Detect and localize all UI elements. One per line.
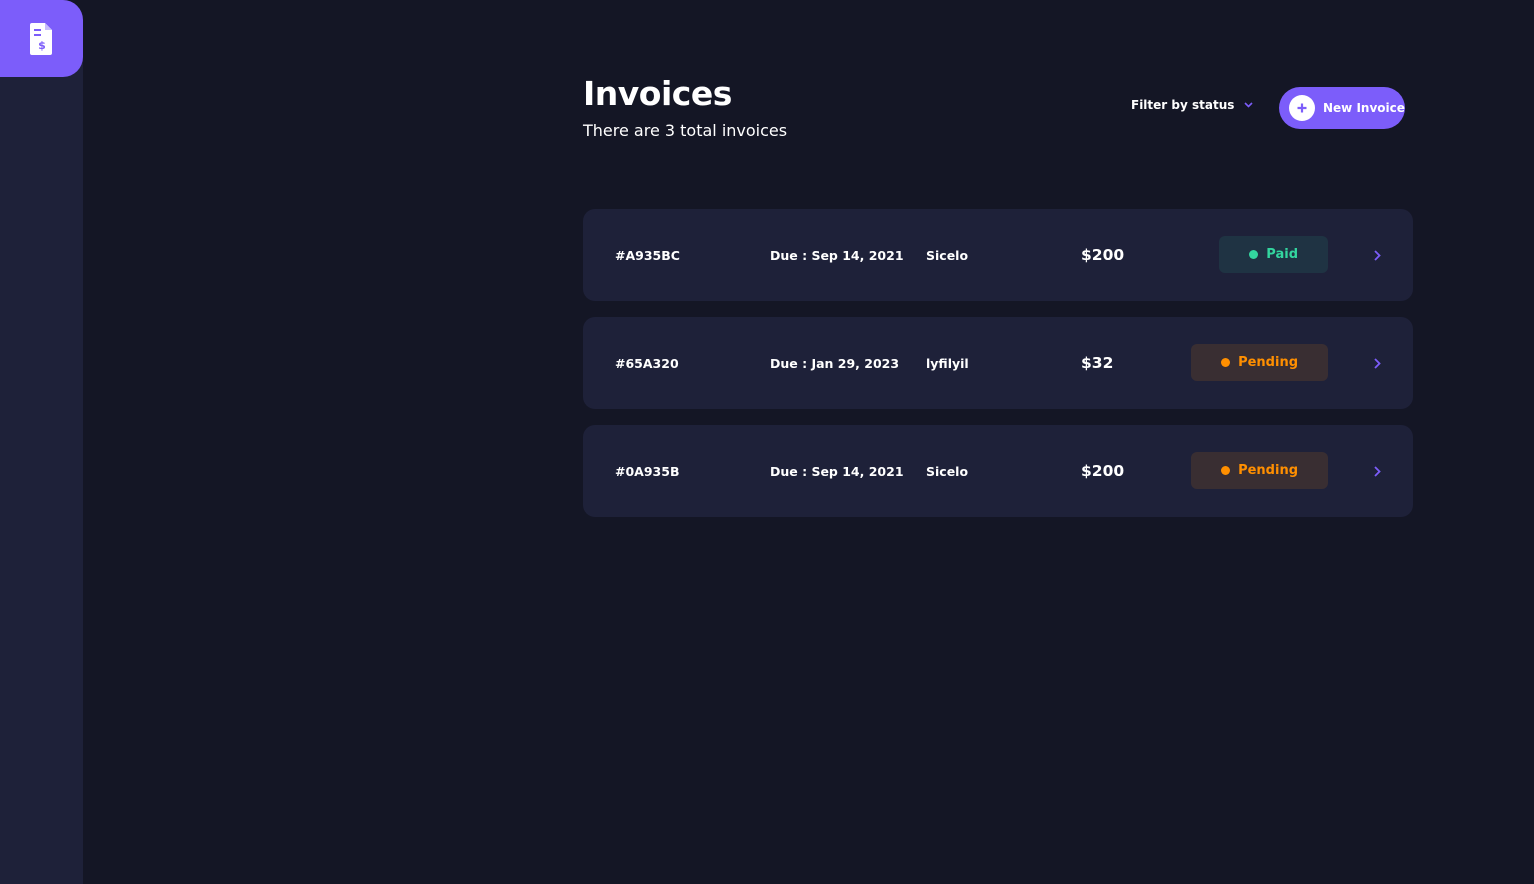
invoice-amount: $200 <box>1081 462 1125 480</box>
status-badge: Pending <box>1191 452 1328 489</box>
invoice-count-subtitle: There are 3 total invoices <box>583 121 788 140</box>
app-logo[interactable]: $ <box>0 0 83 77</box>
status-badge: Paid <box>1219 236 1328 273</box>
invoice-id: #A935BC <box>615 247 680 263</box>
filter-by-status-dropdown[interactable]: Filter by status <box>1131 98 1253 112</box>
chevron-down-icon <box>1244 102 1253 108</box>
new-invoice-button[interactable]: New Invoice <box>1279 87 1405 129</box>
status-dot-icon <box>1249 250 1259 259</box>
invoice-amount: $200 <box>1081 246 1125 264</box>
chevron-right-icon[interactable] <box>1372 463 1382 479</box>
status-badge: Pending <box>1191 344 1328 381</box>
invoice-amount: $32 <box>1081 354 1114 372</box>
invoice-due-date: Due : Sep 14, 2021 <box>770 463 904 479</box>
invoice-dollar-icon: $ <box>29 22 52 55</box>
invoice-due-date: Due : Jan 29, 2023 <box>770 355 900 371</box>
plus-icon <box>1289 95 1315 121</box>
status-label: Paid <box>1266 247 1298 262</box>
invoice-id: #65A320 <box>615 355 679 371</box>
invoice-id: #0A935B <box>615 463 680 479</box>
status-label: Pending <box>1238 463 1298 478</box>
new-invoice-label: New Invoice <box>1323 101 1405 115</box>
chevron-right-icon[interactable] <box>1372 247 1382 263</box>
invoice-row[interactable]: #65A320 Due : Jan 29, 2023 lyfilyil $32 … <box>583 317 1413 409</box>
page-title: Invoices <box>583 74 732 113</box>
sidebar: $ <box>0 0 83 884</box>
invoice-client: lyfilyil <box>926 355 969 371</box>
status-dot-icon <box>1221 358 1231 367</box>
invoice-due-date: Due : Sep 14, 2021 <box>770 247 904 263</box>
filter-label: Filter by status <box>1131 98 1235 112</box>
chevron-right-icon[interactable] <box>1372 355 1382 371</box>
status-label: Pending <box>1238 355 1298 370</box>
invoice-client: Sicelo <box>926 463 969 479</box>
invoice-client: Sicelo <box>926 247 969 263</box>
invoice-row[interactable]: #A935BC Due : Sep 14, 2021 Sicelo $200 P… <box>583 209 1413 301</box>
status-dot-icon <box>1221 466 1231 475</box>
svg-text:$: $ <box>38 39 46 52</box>
invoice-row[interactable]: #0A935B Due : Sep 14, 2021 Sicelo $200 P… <box>583 425 1413 517</box>
